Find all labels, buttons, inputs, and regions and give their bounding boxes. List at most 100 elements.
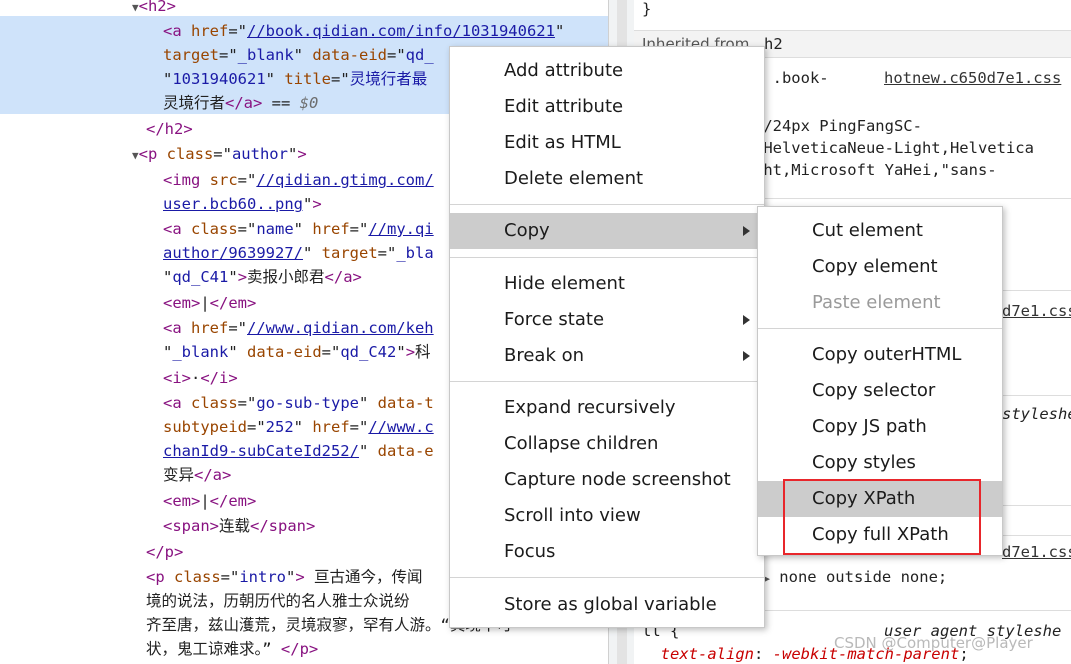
menu-item-add-attribute[interactable]: Add attribute [450,53,764,89]
menu-item-scroll-into-view[interactable]: Scroll into view [450,498,764,534]
dom-token: " [228,343,248,361]
dom-node-line[interactable]: <p class="intro"> 亘古通今，传闻 [146,565,423,589]
dom-token: " [396,343,406,361]
submenu-arrow-icon [743,226,750,236]
menu-item-force-state[interactable]: Force state [450,302,764,338]
dom-node-line[interactable]: ▼<p class="author"> [132,142,307,166]
dom-token: 灵境行者最 [349,70,428,88]
dom-token: =" [321,343,341,361]
menu-item-capture-node-screenshot[interactable]: Capture node screenshot [450,462,764,498]
menu-separator [758,328,1002,329]
dom-token[interactable]: //qidian.gtimg.com/ [256,171,433,189]
menu-item-copy-outerhtml[interactable]: Copy outerHTML [758,337,1002,373]
dom-token: class [191,394,238,412]
dom-token: " [286,568,296,586]
dom-token: 科 [415,343,431,361]
menu-item-edit-as-html[interactable]: Edit as HTML [450,125,764,161]
dom-token: class [174,568,221,586]
dom-node-line[interactable]: <a class="go-sub-type" data-t [163,391,434,415]
menu-item-label: Copy JS path [812,416,927,437]
dom-node-line[interactable]: <span>连载</span> [163,514,315,538]
dom-token: qd_C41 [172,268,229,286]
dom-token: data-eid [247,343,322,361]
dom-node-line[interactable]: 灵境行者</a> == $0 [163,91,318,115]
menu-item-label: Hide element [504,273,625,294]
dom-node-line[interactable]: <a href="//book.qidian.com/info/10319406… [163,19,564,43]
dom-node-line[interactable]: author/9639927/" target="_bla [163,241,434,265]
dom-token: class [191,220,238,238]
dom-token: " [163,268,173,286]
dom-token: =" [213,145,232,163]
dom-token: " [293,220,313,238]
dom-node-line[interactable]: <img src="//qidian.gtimg.com/ [163,168,434,192]
dom-node-line[interactable]: <em>|</em> [163,489,256,513]
menu-separator [450,577,764,578]
menu-item-label: Expand recursively [504,397,676,418]
stylesheet-source-link[interactable]: d7e1.css [1002,541,1071,563]
dom-token: | [200,492,210,510]
dom-node-line[interactable]: target="_blank" data-eid="qd_ [163,43,434,67]
dom-node-line[interactable]: "1031940621" title="灵境行者最 [163,67,427,91]
menu-item-hide-element[interactable]: Hide element [450,266,764,302]
menu-item-store-as-global-variable[interactable]: Store as global variable [450,587,764,623]
dom-node-line[interactable]: <a class="name" href="//my.qi [163,217,434,241]
dom-token: =" [228,319,247,337]
menu-item-delete-element[interactable]: Delete element [450,161,764,197]
dom-token[interactable]: //www.c [368,418,433,436]
menu-item-cut-element[interactable]: Cut element [758,213,1002,249]
menu-item-copy-selector[interactable]: Copy selector [758,373,1002,409]
dom-token: =" [237,220,257,238]
dom-token: 灵境行者 [163,94,226,112]
expand-triangle-icon[interactable]: ▼ [132,1,139,14]
dom-node-line[interactable]: 状，鬼工谅难求。” </p> [146,637,318,661]
dom-node-line[interactable]: subtypeid="252" href="//www.c [163,415,434,439]
dom-token: =" [219,46,238,64]
menu-item-copy-element[interactable]: Copy element [758,249,1002,285]
dom-token[interactable]: author/9639927/ [163,244,303,262]
dom-token: 252 [265,418,294,436]
dom-token: 境的说法，历朝历代的名人雅士众说纷 [146,592,410,610]
dom-node-line[interactable]: <i>·</i> [163,366,238,390]
dom-token[interactable]: //www.qidian.com/keh [247,319,434,337]
menu-item-edit-attribute[interactable]: Edit attribute [450,89,764,125]
inherited-tag[interactable]: h2 [764,33,783,55]
dom-node-line[interactable]: </h2> [146,117,193,141]
menu-item-label: Edit as HTML [504,132,621,153]
menu-item-copy[interactable]: Copy [450,213,764,249]
dom-token: <a [163,394,191,412]
dom-node-line[interactable]: 境的说法，历朝历代的名人雅士众说纷 [146,589,410,613]
menu-item-focus[interactable]: Focus [450,534,764,570]
dom-node-line[interactable]: chanId9-subCateId252/" data-e [163,439,434,463]
dom-token: " [358,442,378,460]
dom-token[interactable]: user.bcb60..png [163,195,303,213]
stylesheet-origin: styleshe [1002,405,1071,423]
dom-token[interactable]: chanId9-subCateId252/ [163,442,359,460]
dom-node-line[interactable]: <em>|</em> [163,291,256,315]
stylesheet-source-link[interactable]: hotnew.c650d7e1.css [884,67,1061,89]
dom-token: <a [163,220,191,238]
dom-token[interactable]: //my.qi [368,220,433,238]
dom-token: <em> [163,294,201,312]
dom-node-line[interactable]: <a href="//www.qidian.com/keh [163,316,434,340]
dom-node-line[interactable]: ▼<h2> [132,0,176,18]
dom-token: <h2> [138,0,176,15]
dom-token: " [302,244,322,262]
menu-item-copy-styles[interactable]: Copy styles [758,445,1002,481]
dom-node-line[interactable]: </p> [146,540,183,564]
menu-item-expand-recursively[interactable]: Expand recursively [450,390,764,426]
dom-node-line[interactable]: user.bcb60..png"> [163,192,322,216]
dom-node-line[interactable]: 变异</a> [163,463,231,487]
dom-node-line[interactable]: "_blank" data-eid="qd_C42">科 [163,340,431,364]
menu-item-label: Copy outerHTML [812,344,962,365]
dom-token: name [256,220,294,238]
menu-item-break-on[interactable]: Break on [450,338,764,374]
expand-triangle-icon[interactable]: ▼ [132,149,139,162]
stylesheet-source-link[interactable]: d7e1.css [1002,300,1071,322]
dom-token[interactable]: //book.qidian.com/info/1031940621 [247,22,555,40]
menu-item-collapse-children[interactable]: Collapse children [450,426,764,462]
dom-token: =" [228,22,247,40]
dom-node-line[interactable]: "qd_C41">卖报小郎君</a> [163,265,362,289]
dom-token: =" [247,418,266,436]
menu-item-copy-js-path[interactable]: Copy JS path [758,409,1002,445]
dom-token: <i> [163,369,191,387]
